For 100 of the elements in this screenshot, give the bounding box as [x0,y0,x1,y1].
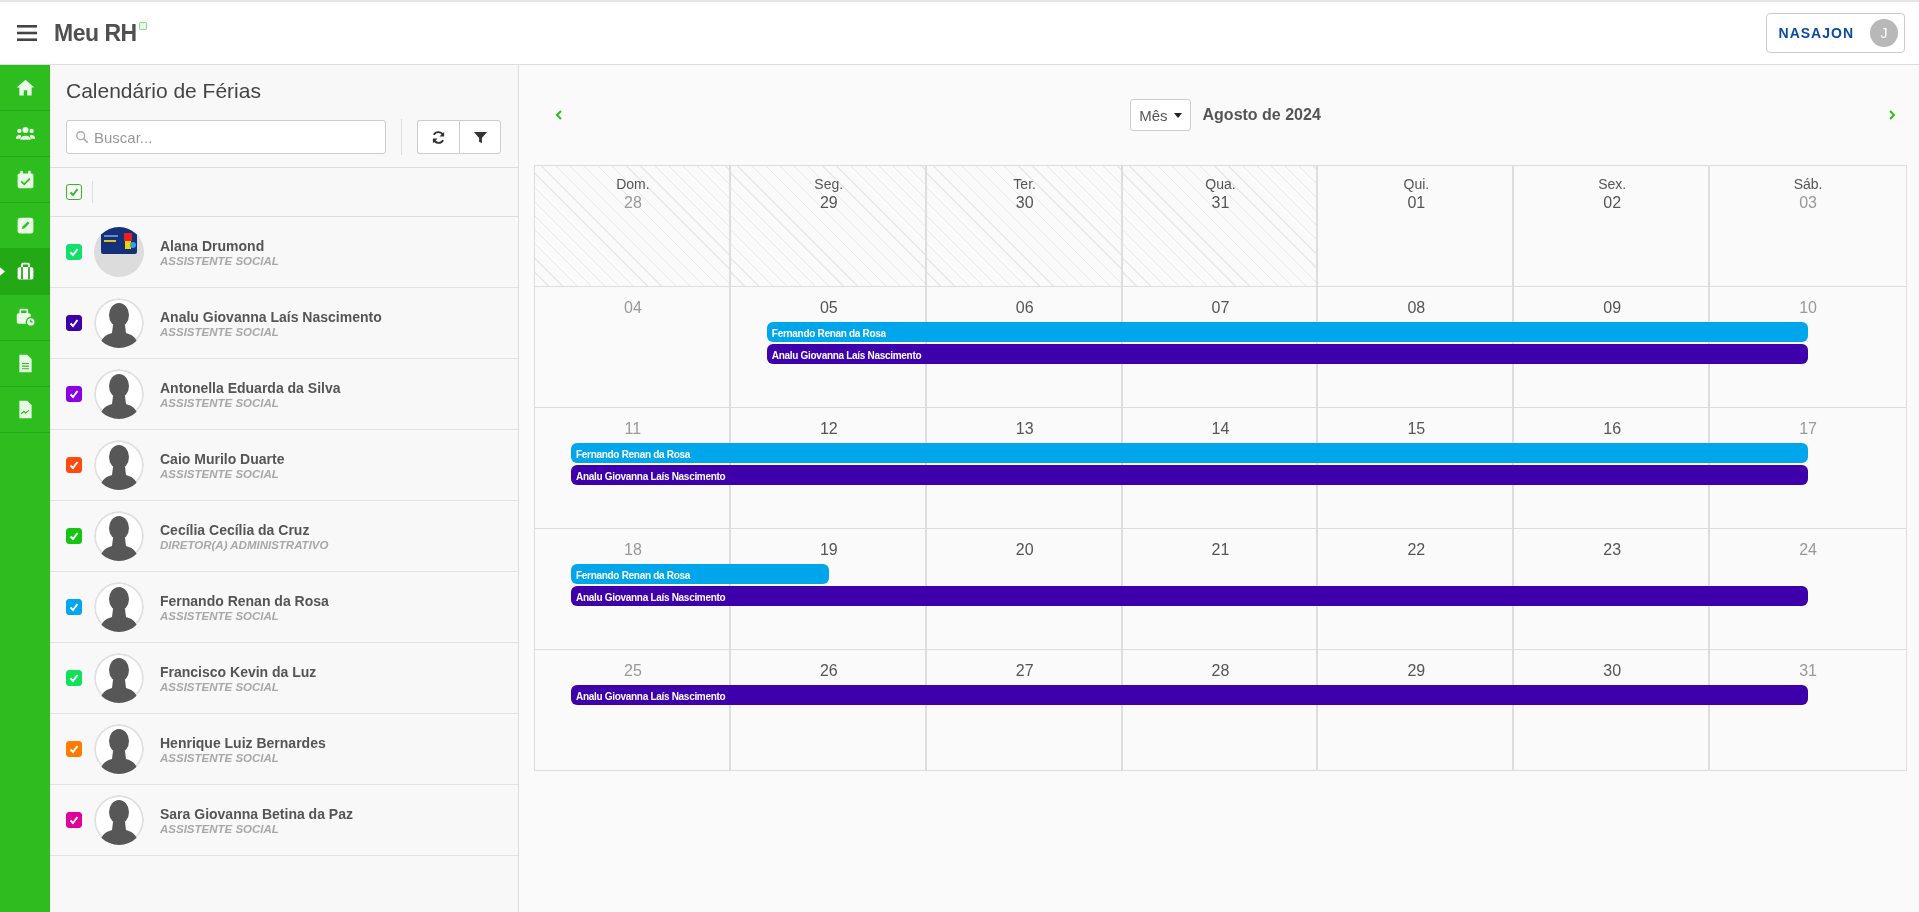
employee-role: ASSISTENTE SOCIAL [160,822,280,835]
home-icon [14,77,36,98]
employee-name: Sara Giovanna Betina da Paz [160,805,353,822]
employee-name: Alana Drumond [160,237,266,254]
vacation-bar-segment[interactable] [1710,465,1808,485]
weekday-label: Seg. [814,176,844,192]
vacation-event[interactable]: Analu Giovanna Laís Nascimento [571,586,731,606]
panel-title: Calendário de Férias [66,79,262,103]
vacation-bar-segment[interactable] [1710,443,1808,463]
day-number: 08 [1407,299,1426,317]
employee-checkbox[interactable] [66,599,82,615]
weekday-label: Qua. [1205,176,1236,192]
caret-icon [1173,112,1182,118]
employee-checkbox[interactable] [66,741,82,757]
day-number: 30 [1603,662,1622,680]
day-number: 07 [1211,299,1230,317]
day-number: 28 [1211,662,1230,680]
day-number: 17 [1799,420,1817,438]
employee-checkbox[interactable] [66,528,82,544]
avatar-icon [94,511,144,561]
day-number: 12 [819,420,838,438]
employee-role: ASSISTENTE SOCIAL [160,609,280,622]
employee-role: ASSISTENTE SOCIAL [160,396,280,409]
account-button[interactable]: NASAJON J [1765,13,1905,53]
filter-button[interactable] [459,120,501,154]
vacation-bar-segment[interactable] [730,564,829,584]
day-number: 25 [624,662,642,680]
employee-name: Henrique Luiz Bernardes [160,734,326,751]
weekday-label: Qui. [1403,176,1430,192]
vacation-bar-segment[interactable] [1710,586,1808,606]
vacation-event[interactable]: Analu Giovanna Laís Nascimento [766,344,927,364]
view-dropdown[interactable]: Mês [1130,99,1191,131]
vacation-bar-segment[interactable] [1710,685,1808,705]
employee-checkbox[interactable] [66,457,82,473]
refresh-icon [431,129,446,145]
day-number: 04 [624,299,642,317]
day-number: 06 [1015,299,1034,317]
user-avatar: J [1870,19,1898,47]
next-icon[interactable] [1887,109,1897,121]
search-icon [75,130,89,144]
employee-name: Caio Murilo Duarte [160,450,285,467]
app-name: Meu RH [54,19,137,47]
day-number: 11 [624,420,642,438]
day-number: 31 [1211,194,1230,212]
employee-role: ASSISTENTE SOCIAL [160,254,279,267]
avatar-icon [94,440,144,490]
day-number: 19 [819,541,838,559]
day-number: 01 [1407,194,1426,212]
vacation-event[interactable]: Analu Giovanna Laís Nascimento [571,685,731,705]
day-number: 13 [1015,420,1034,438]
avatar-icon [94,298,144,348]
employee-name: Fernando Renan da Rosa [160,592,329,609]
employee-name: Francisco Kevin da Luz [160,663,317,680]
vacation-event[interactable]: Analu Giovanna Laís Nascimento [571,465,731,485]
vacation-bar-segment[interactable] [1710,344,1808,364]
employee-name: Antonella Eduarda da Silva [160,379,341,396]
day-number: 30 [1015,194,1034,212]
weekday-label: Sáb. [1793,176,1823,192]
day-number: 14 [1211,420,1230,438]
day-number: 20 [1015,541,1034,559]
sidebar-item[interactable] [0,249,50,295]
day-number: 09 [1603,299,1622,317]
brand-logo: NASAJON [1778,25,1854,41]
avatar-icon [94,582,144,632]
day-number: 22 [1407,541,1426,559]
menu-icon[interactable] [17,25,37,41]
employee-checkbox[interactable] [66,812,82,828]
day-number: 02 [1603,194,1622,212]
employee-role: ASSISTENTE SOCIAL [160,680,280,693]
vacation-bar-segment[interactable] [1710,322,1808,342]
employee-checkbox[interactable] [66,315,82,331]
employee-role: ASSISTENTE SOCIAL [160,467,280,480]
day-number: 28 [624,194,642,212]
weekday-label: Dom. [616,176,650,192]
employee-name: Cecília Cecília da Cruz [160,521,311,538]
employee-role: DIRETOR(A) ADMINISTRATIVO [160,538,329,551]
day-number: 29 [819,194,838,212]
day-number: 23 [1603,541,1622,559]
employee-checkbox[interactable] [66,386,82,402]
day-number: 21 [1211,541,1230,559]
previous-icon[interactable] [554,109,564,121]
select-all-checkbox[interactable] [66,184,82,200]
avatar-icon [94,724,144,774]
refresh-button[interactable] [417,120,459,154]
day-number: 26 [819,662,838,680]
employee-role: ASSISTENTE SOCIAL [160,325,280,338]
weekday-label: Sex. [1598,176,1627,192]
avatar-icon [94,653,144,703]
day-number: 10 [1799,299,1817,317]
briefcase-clock-icon [14,307,36,328]
avatar-icon [94,795,144,845]
day-number: 15 [1407,420,1426,438]
employee-role: ASSISTENTE SOCIAL [160,751,280,764]
employee-name: Analu Giovanna Laís Nascimento [160,308,382,325]
day-number: 31 [1799,662,1817,680]
day-number: 16 [1603,420,1622,438]
search-field[interactable]: Buscar... [66,120,386,154]
avatar-icon [94,369,144,419]
calendar-title: Agosto de 2024 [1202,106,1321,124]
day-number: 18 [624,541,642,559]
